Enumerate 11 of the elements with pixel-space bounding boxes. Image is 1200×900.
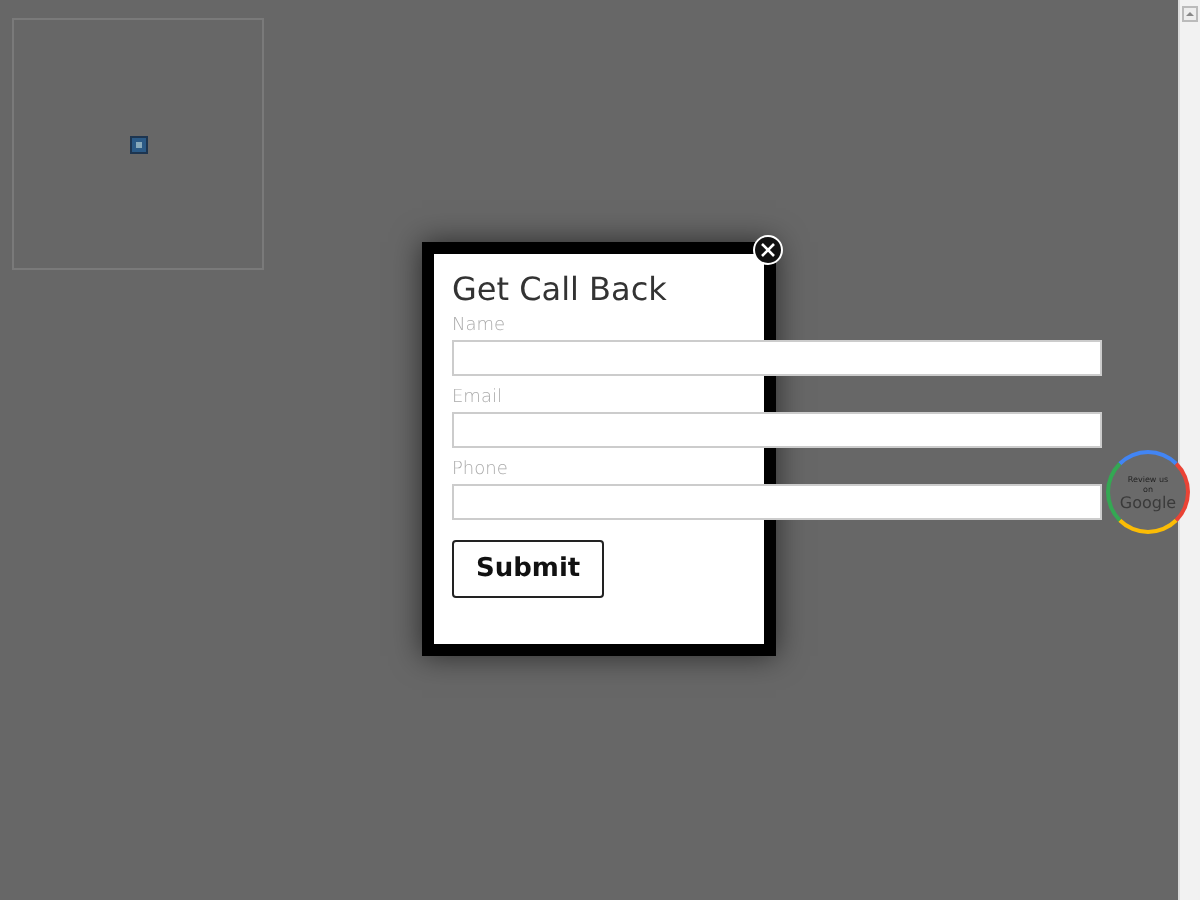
field-label: Name [452,316,508,336]
field-label: Phone [452,460,510,480]
submit-button[interactable]: Submit [452,540,605,598]
input-field[interactable] [452,412,1102,448]
image-placeholder-icon [129,135,147,153]
close-icon[interactable] [752,234,784,266]
scroll-up-icon[interactable] [1182,6,1198,22]
input-field[interactable] [452,484,1102,520]
input-field[interactable] [452,340,1102,376]
field-label: Email [452,388,504,408]
dialog-title: Get Call Back [452,270,669,308]
